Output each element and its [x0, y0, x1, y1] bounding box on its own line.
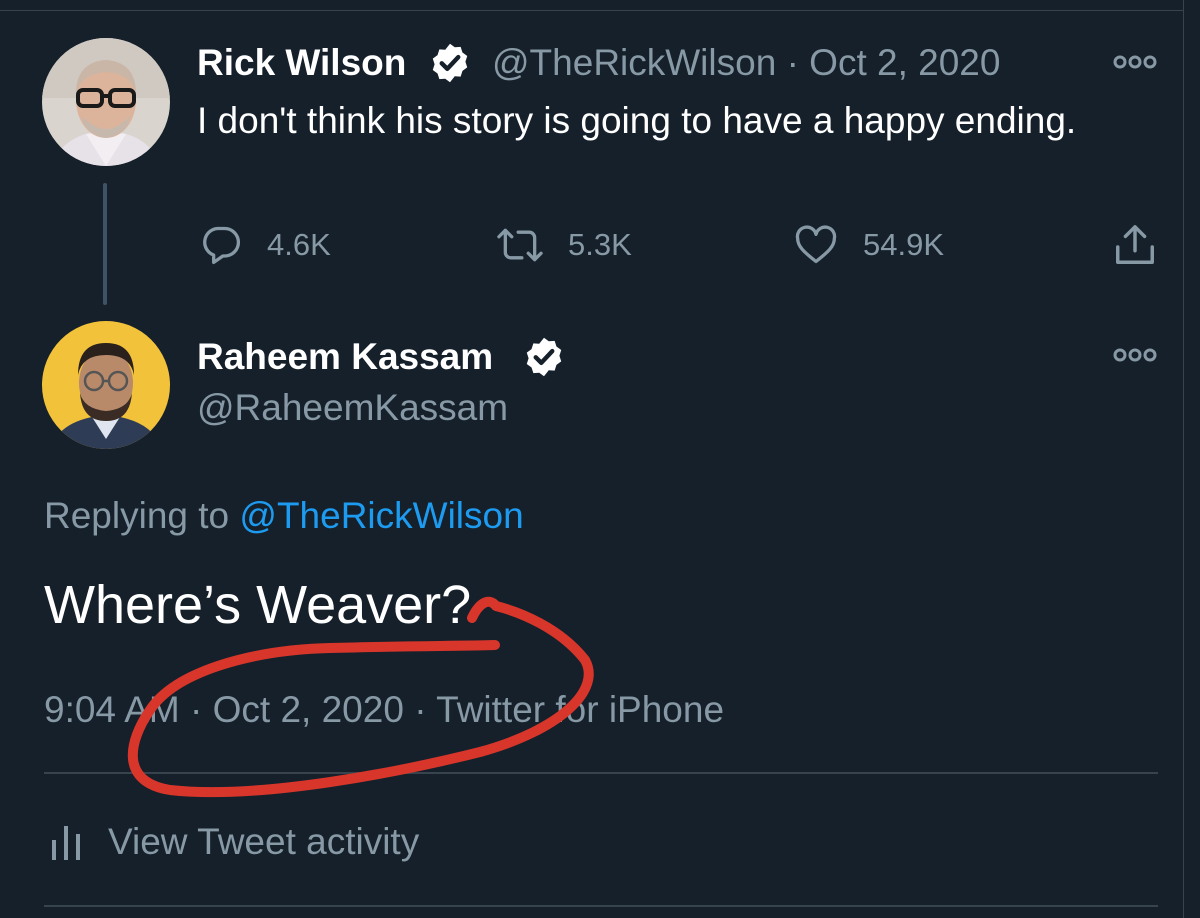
view-tweet-activity-label: View Tweet activity	[108, 821, 420, 862]
share-icon	[1116, 225, 1154, 264]
parent-tweet-text: I don't think his story is going to have…	[197, 100, 1077, 141]
retweet-count: 5.3K	[568, 227, 632, 262]
reply-button[interactable]: 4.6K	[199, 220, 331, 270]
like-count: 54.9K	[863, 227, 945, 262]
reply-icon	[203, 226, 241, 265]
replying-to-line: Replying to @TheRickWilson	[44, 492, 524, 540]
parent-author-name[interactable]: Rick Wilson	[197, 41, 406, 85]
reply-count: 4.6K	[267, 227, 331, 262]
main-author-name[interactable]: Raheem Kassam	[197, 335, 493, 379]
divider-top	[44, 772, 1158, 774]
retweet-icon	[497, 228, 543, 262]
view-tweet-activity-button[interactable]: View Tweet activity	[50, 814, 419, 870]
share-button[interactable]	[1112, 220, 1182, 270]
meta-separator: ·	[786, 42, 799, 83]
verified-badge-icon	[526, 337, 562, 377]
avatar-rick-wilson[interactable]	[42, 38, 170, 166]
more-options-icon[interactable]	[1113, 52, 1157, 72]
divider-bottom	[44, 905, 1158, 907]
analytics-icon	[52, 826, 80, 860]
avatar-rick-wilson-image	[42, 38, 170, 166]
main-tweet-text: Where’s Weaver?	[44, 575, 472, 635]
tweet-timestamp-source[interactable]: 9:04 AM · Oct 2, 2020 · Twitter for iPho…	[44, 686, 724, 734]
like-icon	[795, 225, 837, 264]
avatar-raheem-kassam[interactable]	[42, 321, 170, 449]
thread-connector-line	[103, 183, 107, 305]
replying-handle-link[interactable]: @TheRickWilson	[239, 495, 523, 536]
frame-top-border	[0, 10, 1184, 11]
main-author-handle[interactable]: @RaheemKassam	[197, 386, 508, 430]
parent-author-handle[interactable]: @TheRickWilson	[492, 42, 776, 83]
like-button[interactable]: 54.9K	[793, 220, 944, 270]
retweet-button[interactable]: 5.3K	[496, 220, 632, 270]
verified-badge-icon	[432, 43, 468, 83]
replying-prefix: Replying to	[44, 495, 230, 536]
parent-tweet-date[interactable]: Oct 2, 2020	[809, 42, 1000, 83]
more-options-icon[interactable]	[1113, 345, 1157, 365]
frame-right-border	[1183, 0, 1184, 918]
avatar-raheem-kassam-image	[42, 321, 170, 449]
